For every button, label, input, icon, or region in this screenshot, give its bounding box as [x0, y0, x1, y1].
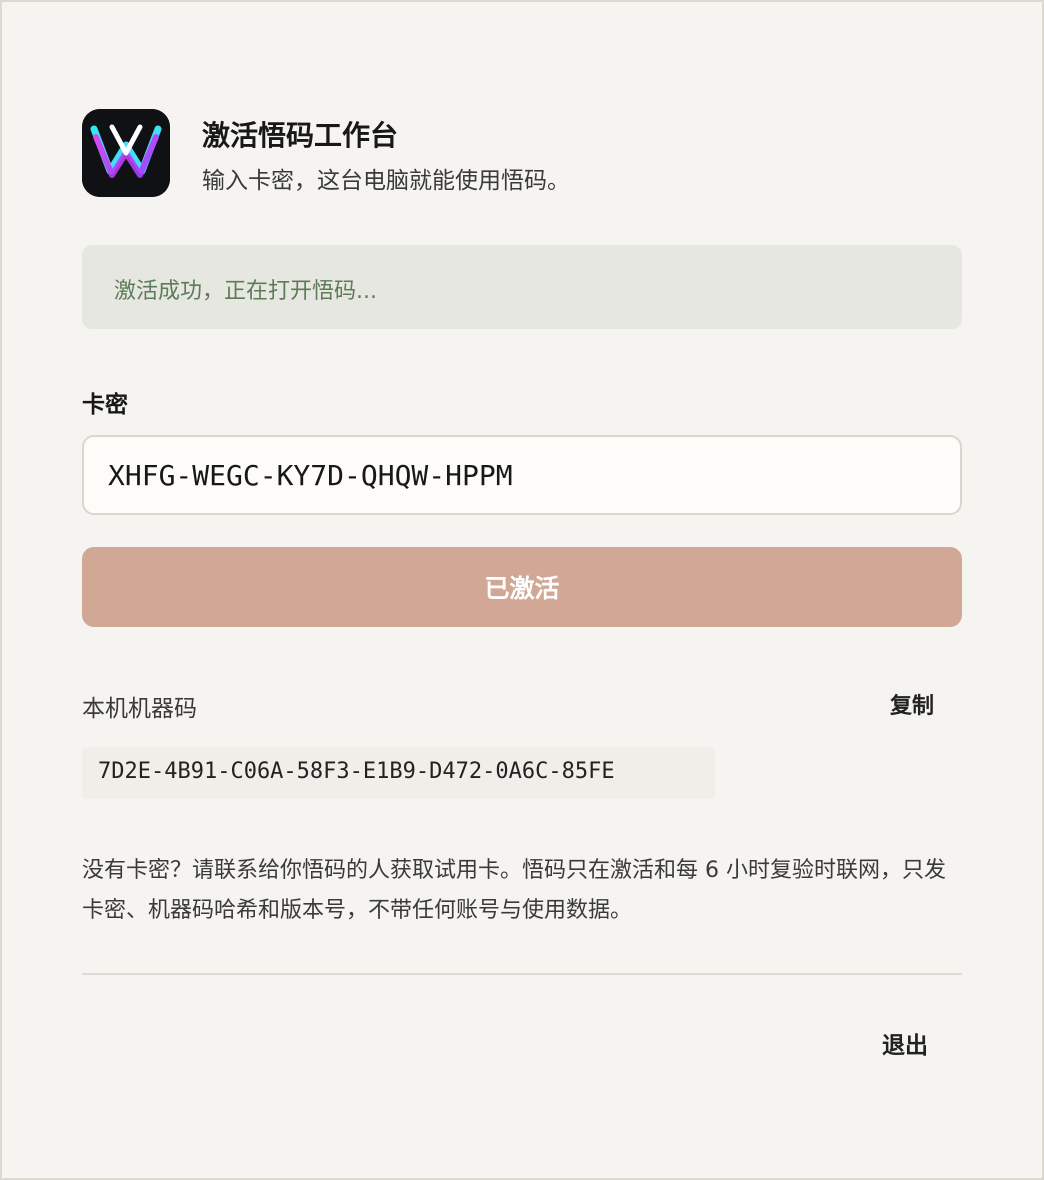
help-text: 没有卡密？请联系给你悟码的人获取试用卡。悟码只在激活和每 6 小时复验时联网，只… — [82, 858, 946, 923]
copy-button[interactable]: 复制 — [890, 688, 934, 720]
card-key-label: 卡密 — [82, 392, 128, 418]
logout-button[interactable]: 退出 — [882, 1026, 928, 1060]
divider — [82, 973, 962, 975]
machine-code-value: 7D2E-4B91-C06A-58F3-E1B9-D472-0A6C-85FE — [82, 747, 715, 799]
page-title: 激活悟码工作台 — [202, 119, 399, 152]
wuma-logo-icon — [82, 109, 170, 197]
card-key-input[interactable] — [82, 435, 962, 515]
activate-button[interactable]: 已激活 — [82, 547, 962, 627]
activation-window: 激活悟码工作台 输入卡密，这台电脑就能使用悟码。 激活成功，正在打开悟码... … — [0, 0, 1044, 1180]
page-subtitle: 输入卡密，这台电脑就能使用悟码。 — [202, 168, 570, 194]
status-banner: 激活成功，正在打开悟码... — [82, 245, 962, 329]
status-message: 激活成功，正在打开悟码... — [114, 279, 377, 304]
machine-code-label: 本机机器码 — [82, 696, 197, 722]
